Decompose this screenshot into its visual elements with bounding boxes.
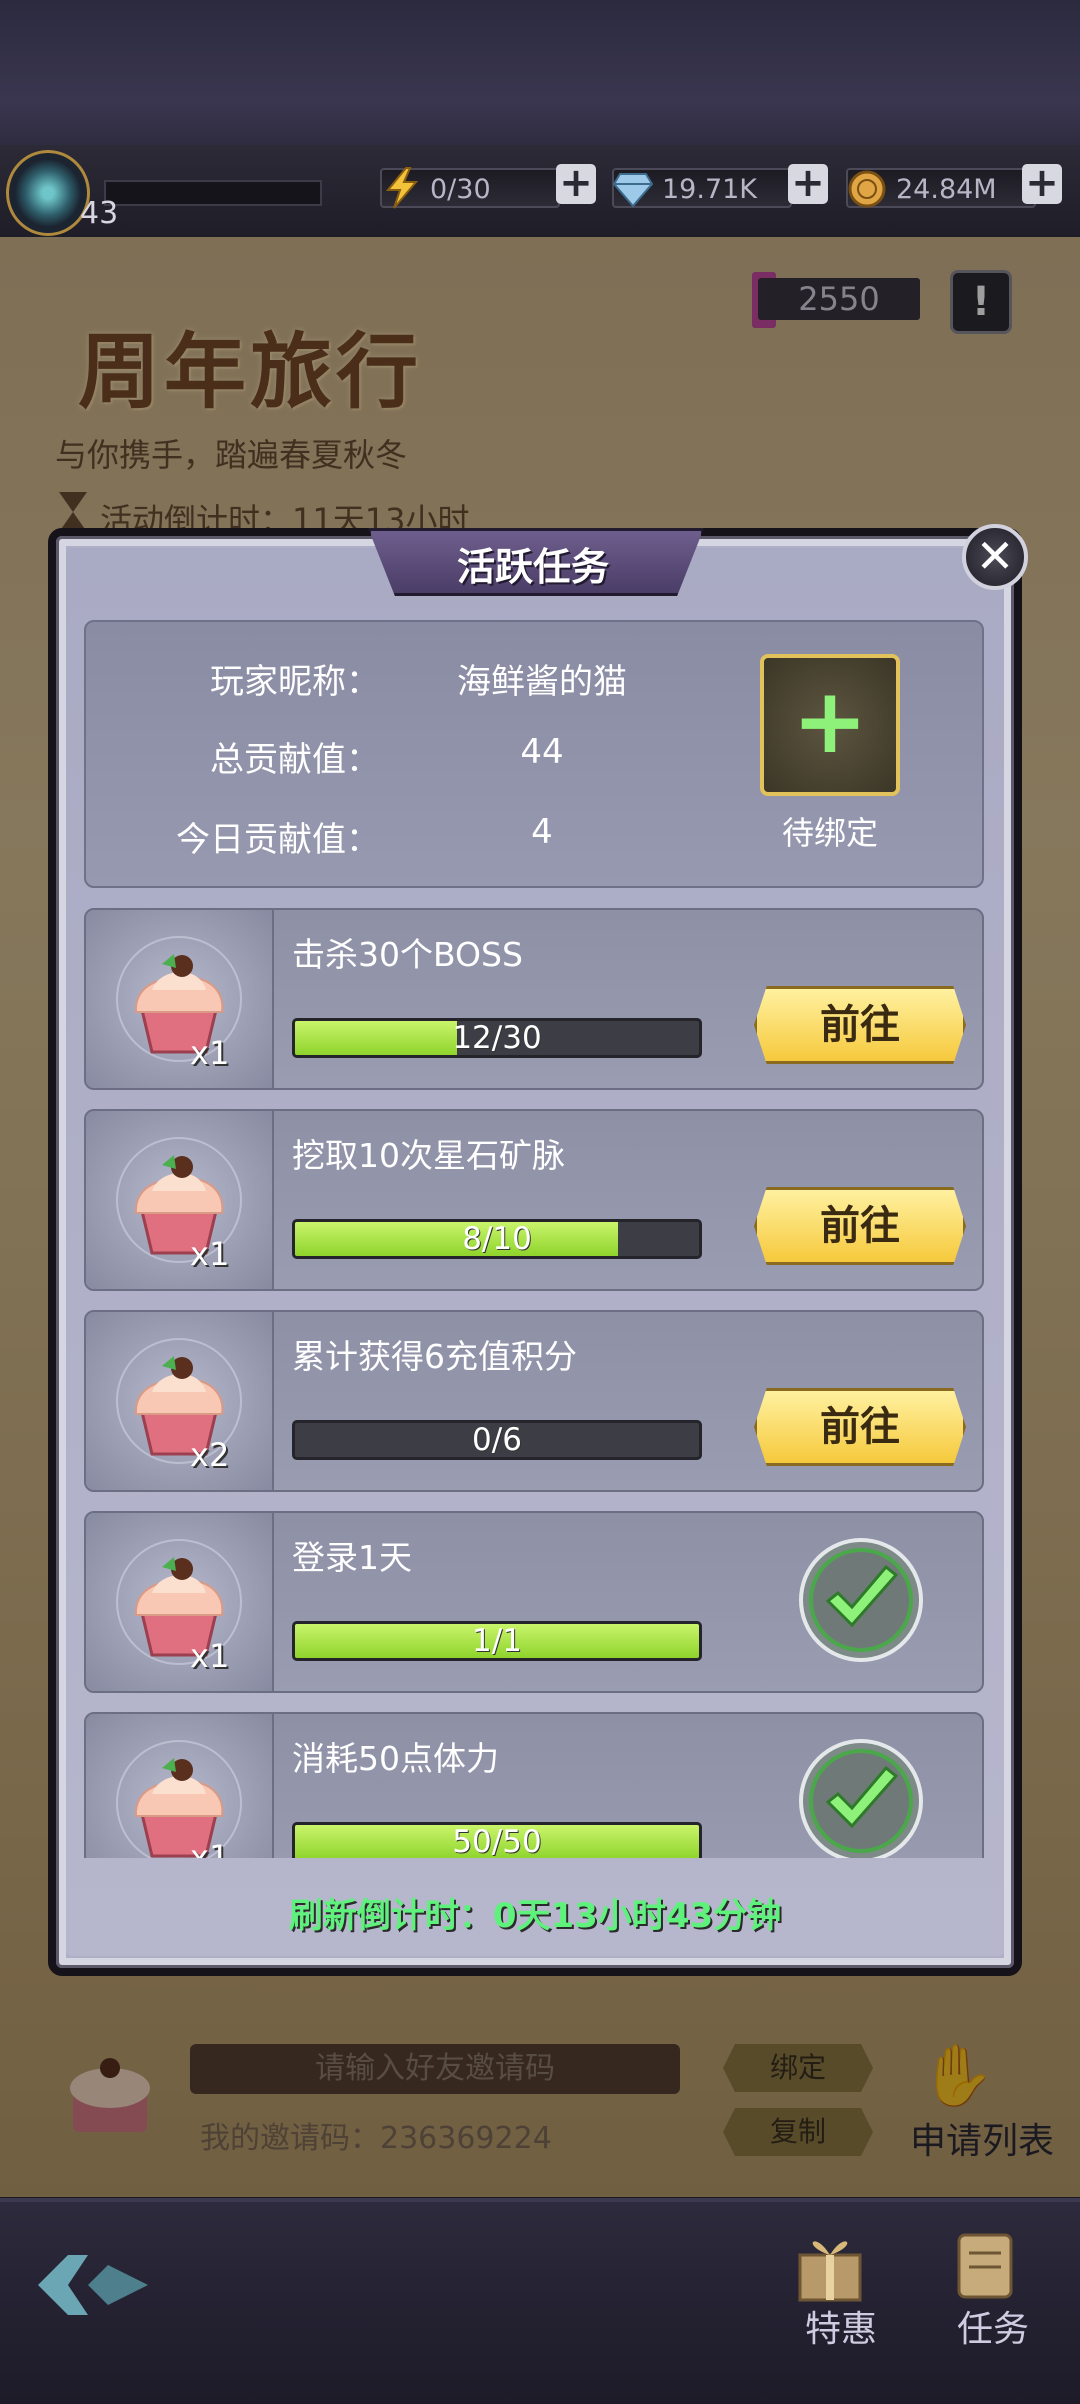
task-name: 击杀30个BOSS: [292, 935, 523, 974]
add-stamina-button[interactable]: +: [556, 163, 596, 204]
task-progress-bar: 50/50: [292, 1822, 702, 1858]
reward-quantity: x1: [190, 1838, 230, 1858]
refresh-countdown: 刷新倒计时：0天13小时43分钟: [288, 1896, 782, 1936]
nav-tasks[interactable]: 任务: [957, 2300, 1029, 2352]
task-row: x2 累计获得6充值积分 0/6 前往: [84, 1310, 984, 1492]
task-name: 累计获得6充值积分: [292, 1337, 577, 1376]
task-name: 挖取10次星石矿脉: [292, 1136, 565, 1175]
add-coin-button[interactable]: +: [1022, 163, 1062, 204]
cupcake-reward-icon: x1: [86, 1111, 274, 1289]
close-icon: ✕: [975, 529, 1015, 583]
scroll-icon: [957, 2233, 1013, 2299]
checkmark-icon: [796, 1736, 926, 1858]
player-level: 43: [80, 196, 119, 231]
task-progress-text: 50/50: [452, 1824, 542, 1858]
reward-quantity: x1: [190, 1034, 230, 1072]
experience-bar: [104, 180, 322, 206]
task-list[interactable]: x1 击杀30个BOSS 12/30 前往 x1 挖取10次星石矿脉 8/10 前往 x2 累计获…: [84, 908, 984, 1858]
task-progress-bar: 1/1: [292, 1621, 702, 1661]
task-row: x1 击杀30个BOSS 12/30 前往: [84, 908, 984, 1090]
cupcake-reward-icon: x2: [86, 1312, 274, 1490]
go-button[interactable]: 前往: [754, 1388, 966, 1466]
cupcake-reward-icon: x1: [86, 1513, 274, 1691]
task-progress-text: 1/1: [472, 1623, 522, 1659]
task-name: 消耗50点体力: [292, 1739, 499, 1778]
add-diamond-button[interactable]: +: [788, 163, 828, 204]
gift-icon: [798, 2241, 862, 2302]
task-progress-bar: 0/6: [292, 1420, 702, 1460]
total-contribution-label: 总贡献值：: [210, 740, 380, 780]
bind-status: 待绑定: [781, 814, 878, 852]
modal-title: 活跃任务: [456, 545, 609, 589]
nav-special[interactable]: 特惠: [805, 2300, 877, 2352]
reward-quantity: x1: [190, 1235, 230, 1273]
task-row: x1 登录1天 1/1: [84, 1511, 984, 1693]
nickname-label: 玩家昵称：: [210, 662, 380, 702]
reward-quantity: x1: [190, 1637, 230, 1675]
total-contribution-value: 44: [520, 732, 564, 772]
reward-quantity: x2: [190, 1436, 230, 1474]
task-row: x1 挖取10次星石矿脉 8/10 前往: [84, 1109, 984, 1291]
plus-icon: +: [792, 669, 868, 774]
player-level-badge[interactable]: [6, 150, 90, 236]
go-button[interactable]: 前往: [754, 1187, 966, 1265]
nickname-value: 海鲜酱的猫: [457, 662, 627, 702]
task-progress-text: 8/10: [462, 1221, 532, 1257]
status-band: [0, 0, 1080, 145]
diamond-icon: [612, 173, 654, 208]
game-logo-icon[interactable]: [28, 2245, 158, 2325]
go-button[interactable]: 前往: [754, 986, 966, 1064]
today-contribution-label: 今日贡献值：: [176, 820, 380, 860]
task-row: x1 消耗50点体力 50/50: [84, 1712, 984, 1858]
task-progress-text: 12/30: [452, 1020, 542, 1056]
cupcake-reward-icon: x1: [86, 1714, 274, 1858]
coin-icon: [848, 170, 886, 208]
task-progress-bar: 8/10: [292, 1219, 702, 1259]
bottom-nav: [0, 2198, 1080, 2404]
task-name: 登录1天: [292, 1538, 412, 1577]
cupcake-reward-icon: x1: [86, 910, 274, 1088]
close-button[interactable]: ✕: [962, 524, 1028, 590]
today-contribution-value: 4: [531, 812, 553, 852]
checkmark-icon: [796, 1535, 926, 1665]
task-progress-text: 0/6: [472, 1422, 522, 1458]
lightning-icon: [385, 167, 419, 209]
task-progress-bar: 12/30: [292, 1018, 702, 1058]
